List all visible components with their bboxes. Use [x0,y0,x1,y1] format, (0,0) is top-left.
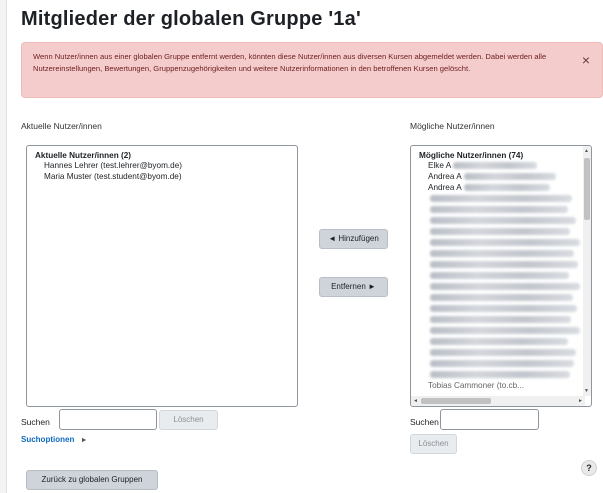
alert-text: Wenn Nutzer/innen aus einer globalen Gru… [33,52,547,73]
potential-users-listbox[interactable]: Mögliche Nutzer/innen (74) Elke A Andrea… [410,145,592,407]
potential-user-option[interactable] [411,226,591,237]
scroll-down-icon[interactable]: ▼ [584,388,589,394]
potential-user-option[interactable] [411,314,591,325]
alert-close-icon[interactable]: × [582,53,590,67]
potential-user-option[interactable] [411,336,591,347]
main-region: Mitglieder der globalen Gruppe '1a' Wenn… [6,0,603,493]
search-options-link[interactable]: Suchoptionen ► [21,435,88,444]
potential-user-option[interactable]: Tobias Cammoner (to.cb... [411,380,591,391]
potential-user-option[interactable] [411,281,591,292]
current-users-group-header: Aktuelle Nutzer/innen (2) [35,151,131,160]
warning-alert: Wenn Nutzer/innen aus einer globalen Gru… [21,42,603,98]
potential-user-option[interactable] [411,347,591,358]
potential-user-option[interactable] [411,204,591,215]
scrollbar-thumb[interactable] [584,158,590,220]
potential-user-name: Elke A [428,161,452,170]
potential-search-input[interactable] [440,409,539,430]
potential-user-option[interactable] [411,259,591,270]
current-users-listbox[interactable]: Aktuelle Nutzer/innen (2) Hannes Lehrer … [26,145,298,407]
caret-right-icon: ► [80,437,88,444]
scroll-left-icon[interactable]: ◄ [413,398,418,404]
h-scrollbar-thumb[interactable] [421,398,491,404]
potential-user-name: Andrea A [428,183,462,192]
scroll-up-icon[interactable]: ▲ [584,148,589,154]
potential-user-option[interactable] [411,270,591,281]
scroll-right-icon[interactable]: ► [578,398,583,404]
help-icon[interactable]: ? [581,460,597,476]
potential-user-name: Tobias Cammoner (to.cb... [428,381,525,390]
horizontal-scrollbar[interactable]: ◄ ► [411,396,585,406]
potential-clear-button[interactable]: Löschen [410,434,457,454]
current-users-label: Aktuelle Nutzer/innen [21,121,102,131]
potential-user-option[interactable]: Andrea A [411,182,591,193]
back-to-global-groups-button[interactable]: Zurück zu globalen Gruppen [26,470,158,490]
potential-user-option[interactable]: Elke A [411,160,591,171]
search-options-label: Suchoptionen [21,435,75,444]
potential-user-option[interactable] [411,369,591,380]
page-title: Mitglieder der globalen Gruppe '1a' [21,8,361,30]
potential-users-label: Mögliche Nutzer/innen [410,121,495,131]
potential-user-option[interactable] [411,303,591,314]
current-clear-button[interactable]: Löschen [159,410,218,430]
potential-user-option[interactable] [411,215,591,226]
add-button[interactable]: ◄ Hinzufügen [319,229,388,249]
potential-user-name: Andrea A [428,172,462,181]
current-search-input[interactable] [59,409,157,430]
potential-user-option[interactable] [411,237,591,248]
potential-user-option[interactable] [411,358,591,369]
potential-users-group-header: Mögliche Nutzer/innen (74) [419,151,524,160]
potential-user-option[interactable] [411,193,591,204]
remove-button[interactable]: Entfernen ► [319,277,388,297]
current-search-label: Suchen [21,417,50,427]
potential-user-option[interactable] [411,292,591,303]
vertical-scrollbar[interactable]: ▲ ▼ [583,146,591,396]
potential-user-option[interactable] [411,248,591,259]
potential-user-option[interactable] [411,325,591,336]
potential-search-label: Suchen [410,417,439,427]
potential-user-option[interactable]: Andrea A [411,171,591,182]
current-user-option[interactable]: Maria Muster (test.student@byom.de) [27,171,297,182]
current-user-option[interactable]: Hannes Lehrer (test.lehrer@byom.de) [27,160,297,171]
